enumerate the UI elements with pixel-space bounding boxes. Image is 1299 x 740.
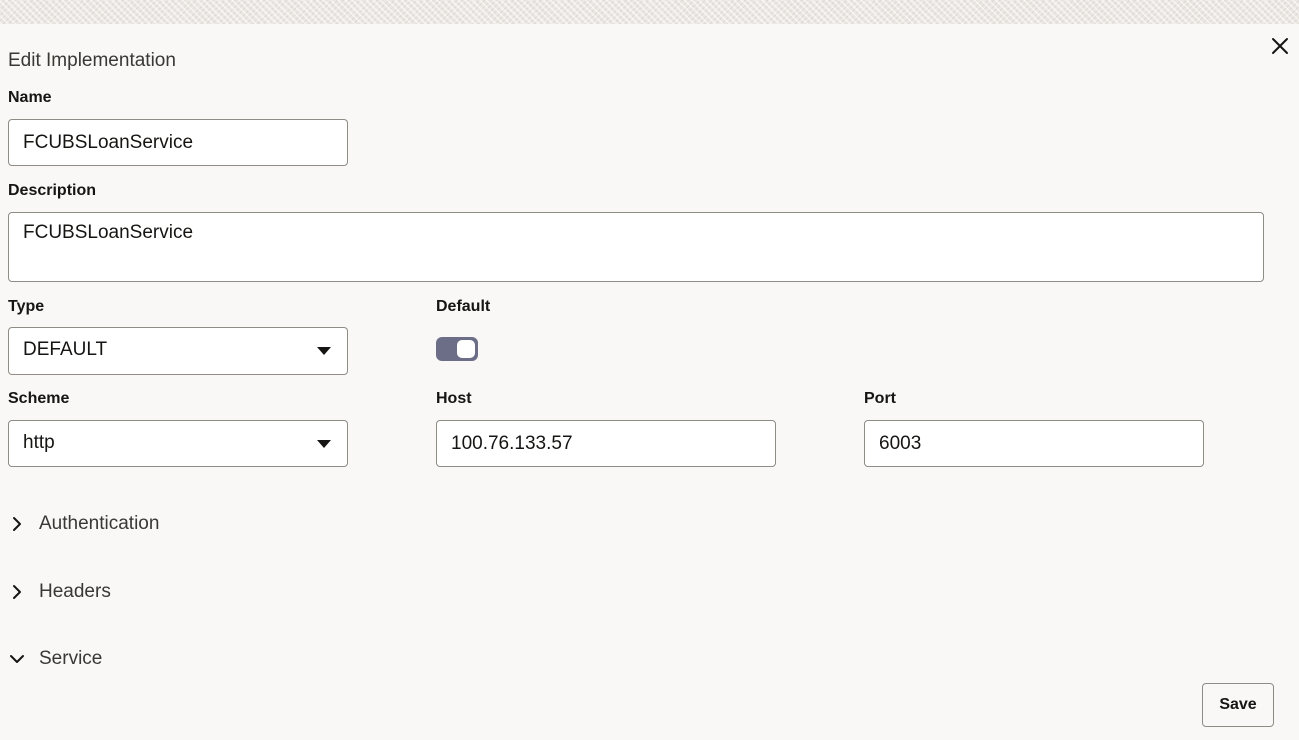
port-input[interactable] <box>864 420 1204 467</box>
host-input[interactable] <box>436 420 776 467</box>
name-label: Name <box>8 89 52 106</box>
dialog-title: Edit Implementation <box>8 50 176 71</box>
chevron-right-icon <box>8 583 26 601</box>
port-label: Port <box>864 390 896 407</box>
section-headers-label: Headers <box>39 581 111 602</box>
scheme-select-value: http <box>23 432 55 453</box>
name-input[interactable] <box>8 119 348 166</box>
section-headers[interactable]: Headers <box>8 577 111 607</box>
chevron-down-icon <box>317 440 331 448</box>
default-label: Default <box>436 298 491 315</box>
section-authentication[interactable]: Authentication <box>8 509 159 539</box>
default-toggle[interactable] <box>436 337 478 361</box>
save-button[interactable]: Save <box>1202 683 1274 727</box>
toggle-knob <box>457 340 475 358</box>
type-select-value: DEFAULT <box>23 339 108 360</box>
chevron-right-icon <box>8 515 26 533</box>
type-select[interactable]: DEFAULT <box>8 327 348 375</box>
scroll-viewport-edge: Service <box>0 640 1299 668</box>
section-service-label: Service <box>39 648 103 668</box>
description-label: Description <box>8 182 97 199</box>
chevron-down-icon <box>8 650 26 668</box>
section-authentication-label: Authentication <box>39 513 160 534</box>
type-label: Type <box>8 298 45 315</box>
scheme-select[interactable]: http <box>8 420 348 467</box>
close-icon <box>1272 38 1288 54</box>
section-service[interactable]: Service <box>8 644 102 668</box>
host-label: Host <box>436 390 472 407</box>
description-textarea[interactable]: FCUBSLoanService <box>8 212 1264 282</box>
page-header-band <box>0 0 1299 24</box>
chevron-down-icon <box>317 347 331 355</box>
close-button[interactable] <box>1266 32 1294 60</box>
scheme-label: Scheme <box>8 390 70 407</box>
